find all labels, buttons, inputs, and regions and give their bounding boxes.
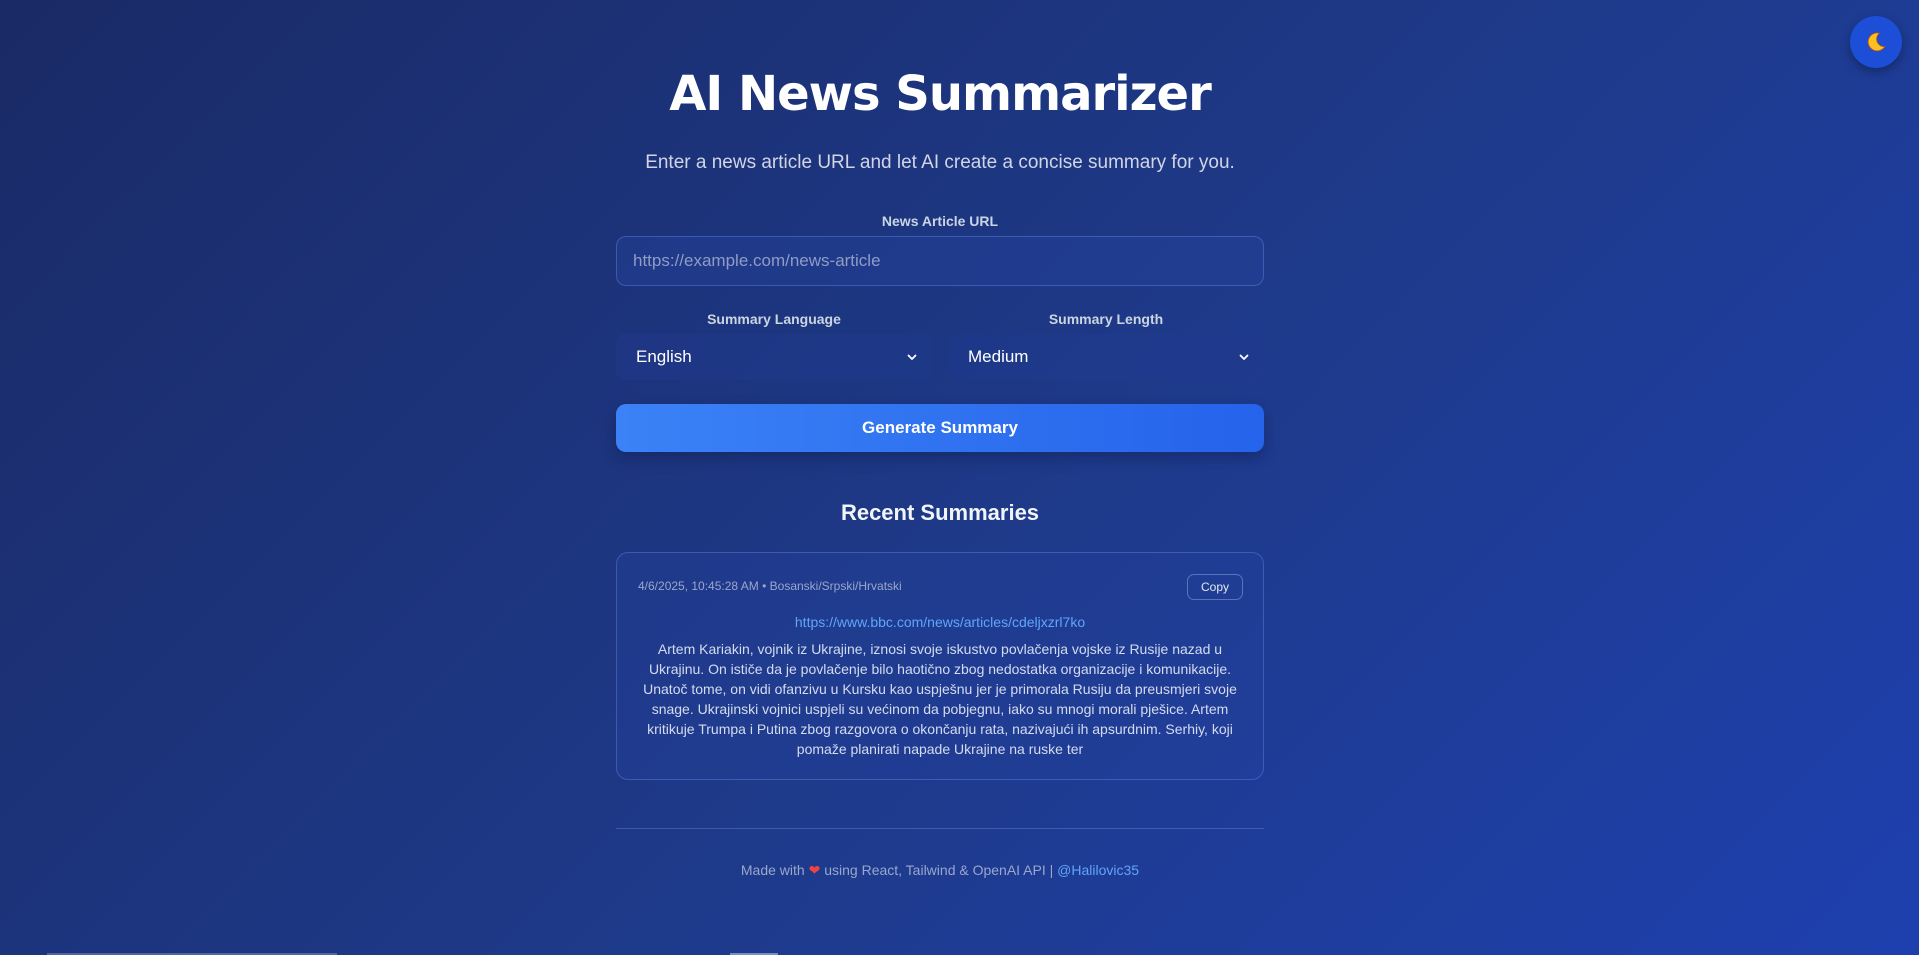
chevron-down-icon — [1239, 354, 1249, 360]
language-select[interactable]: English — [616, 334, 932, 380]
copy-button[interactable]: Copy — [1186, 574, 1243, 600]
footer: Made with ❤ using React, Tailwind & Open… — [616, 862, 1264, 879]
summary-meta: 4/6/2025, 10:45:28 AM • Bosanski/Srpski/… — [638, 579, 902, 593]
generate-summary-button[interactable]: Generate Summary — [616, 404, 1264, 452]
chevron-down-icon — [907, 354, 917, 360]
heart-icon: ❤ — [808, 862, 821, 878]
moon-icon — [1867, 32, 1886, 52]
footer-using: using React, Tailwind & OpenAI API | — [824, 862, 1054, 878]
summary-timestamp: 4/6/2025, 10:45:28 AM — [638, 579, 759, 593]
footer-divider — [616, 828, 1264, 829]
length-select[interactable]: Medium — [948, 334, 1264, 380]
footer-made-with: Made with — [740, 862, 805, 878]
author-handle-link[interactable]: @Halilovic35 — [1057, 862, 1139, 878]
length-select-value: Medium — [968, 347, 1029, 366]
summary-language: Bosanski/Srpski/Hrvatski — [769, 579, 902, 593]
url-input[interactable] — [616, 236, 1264, 286]
language-select-value: English — [636, 347, 692, 366]
page-subtitle: Enter a news article URL and let AI crea… — [645, 152, 1235, 173]
length-label: Summary Length — [1048, 311, 1164, 327]
summary-card: 4/6/2025, 10:45:28 AM • Bosanski/Srpski/… — [616, 552, 1264, 780]
article-link[interactable]: https://www.bbc.com/news/articles/cdeljx… — [617, 614, 1263, 630]
url-label: News Article URL — [881, 213, 999, 229]
language-label: Summary Language — [707, 311, 841, 327]
summary-text: Artem Kariakin, vojnik iz Ukrajine, izno… — [643, 641, 1237, 757]
theme-toggle-button[interactable] — [1850, 16, 1902, 68]
recent-summaries-heading: Recent Summaries — [840, 500, 1040, 525]
meta-separator: • — [762, 579, 767, 593]
page-title: AI News Summarizer — [669, 66, 1212, 122]
